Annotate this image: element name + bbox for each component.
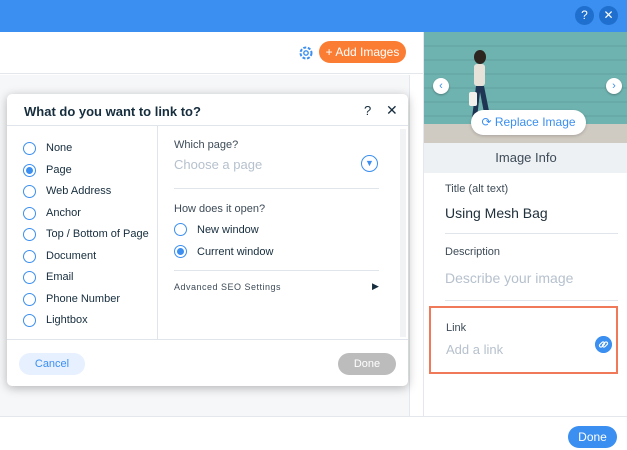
link-option-none[interactable]: None [23,141,72,155]
radio-button[interactable] [23,184,36,198]
image-info-heading: Image Info [424,143,627,173]
divider [157,126,158,339]
link-option-lightbox[interactable]: Lightbox [23,313,88,327]
link-option-email[interactable]: Email [23,270,74,284]
option-label: None [46,142,73,154]
how-open-label: How does it open? [174,203,266,215]
option-label: Page [46,164,72,176]
description-field[interactable]: Describe your image [445,270,573,286]
link-option-document[interactable]: Document [23,249,96,263]
done-button[interactable]: Done [568,426,617,448]
divider [174,270,379,271]
radio-button[interactable] [23,163,36,177]
image-settings-panel: ‹ › ⟳ Replace Image Image Info Title (al… [423,32,627,416]
description-label: Description [445,246,501,258]
advanced-seo-settings[interactable]: Advanced SEO Settings [174,282,281,292]
replace-image-label: Replace Image [494,115,576,129]
link-label: Link [446,322,467,334]
link-field[interactable]: Add a link [446,342,503,357]
open-option-new-window[interactable]: New window [174,223,259,236]
dialog-done-button[interactable]: Done [338,353,396,375]
cancel-button[interactable]: Cancel [19,353,85,375]
option-label: Phone Number [46,293,120,305]
link-dialog: What do you want to link to? ? ✕ None Pa… [7,94,408,386]
option-label: Document [46,250,97,262]
option-label: Anchor [46,207,81,219]
link-option-phone[interactable]: Phone Number [23,292,120,306]
divider [445,300,618,301]
radio-button[interactable] [23,206,36,220]
open-option-current-window[interactable]: Current window [174,245,273,258]
divider [445,233,618,234]
previous-image-arrow[interactable]: ‹ [433,78,449,94]
option-label: New window [197,223,259,236]
add-images-button[interactable]: + Add Images [319,41,406,63]
radio-button[interactable] [23,313,36,327]
bottom-bar: Done [0,416,627,450]
radio-button[interactable] [174,245,187,258]
gallery-toolbar: + Add Images [0,32,423,74]
option-label: Lightbox [46,314,88,326]
link-section: Link Add a link [429,306,618,374]
link-option-web-address[interactable]: Web Address [23,184,111,198]
radio-button[interactable] [23,141,36,155]
image-preview: ‹ › ⟳ Replace Image [424,32,627,143]
option-label: Current window [197,245,274,258]
replace-image-button[interactable]: ⟳ Replace Image [471,110,586,135]
divider [174,188,379,189]
divider [7,339,408,340]
title-field[interactable]: Using Mesh Bag [445,205,548,221]
option-label: Top / Bottom of Page [46,228,149,240]
divider [7,125,408,126]
help-icon[interactable]: ? [575,6,594,25]
caret-right-icon[interactable]: ▶ [372,281,379,292]
which-page-label: Which page? [174,139,239,151]
add-images-label: Add Images [335,45,400,59]
top-bar: ? ✕ [0,0,627,32]
scrollbar[interactable] [400,129,406,337]
link-option-page[interactable]: Page [23,163,72,177]
link-option-anchor[interactable]: Anchor [23,206,81,220]
link-icon[interactable] [595,336,612,353]
refresh-icon: ⟳ [481,115,495,129]
option-label: Email [46,271,74,283]
next-image-arrow[interactable]: › [606,78,622,94]
close-icon[interactable]: ✕ [599,6,618,25]
radio-button[interactable] [174,223,187,236]
option-label: Web Address [46,185,112,197]
dialog-title: What do you want to link to? [24,104,201,119]
title-label: Title (alt text) [445,183,509,195]
chevron-down-icon[interactable]: ▼ [361,155,378,172]
close-icon[interactable]: ✕ [386,102,398,119]
page-select[interactable]: Choose a page [174,157,262,172]
radio-button[interactable] [23,270,36,284]
radio-button[interactable] [23,249,36,263]
gear-icon[interactable] [297,44,315,62]
help-icon[interactable]: ? [364,103,371,118]
link-option-top-bottom[interactable]: Top / Bottom of Page [23,227,149,241]
radio-button[interactable] [23,292,36,306]
radio-button[interactable] [23,227,36,241]
plus-icon: + [325,45,333,59]
